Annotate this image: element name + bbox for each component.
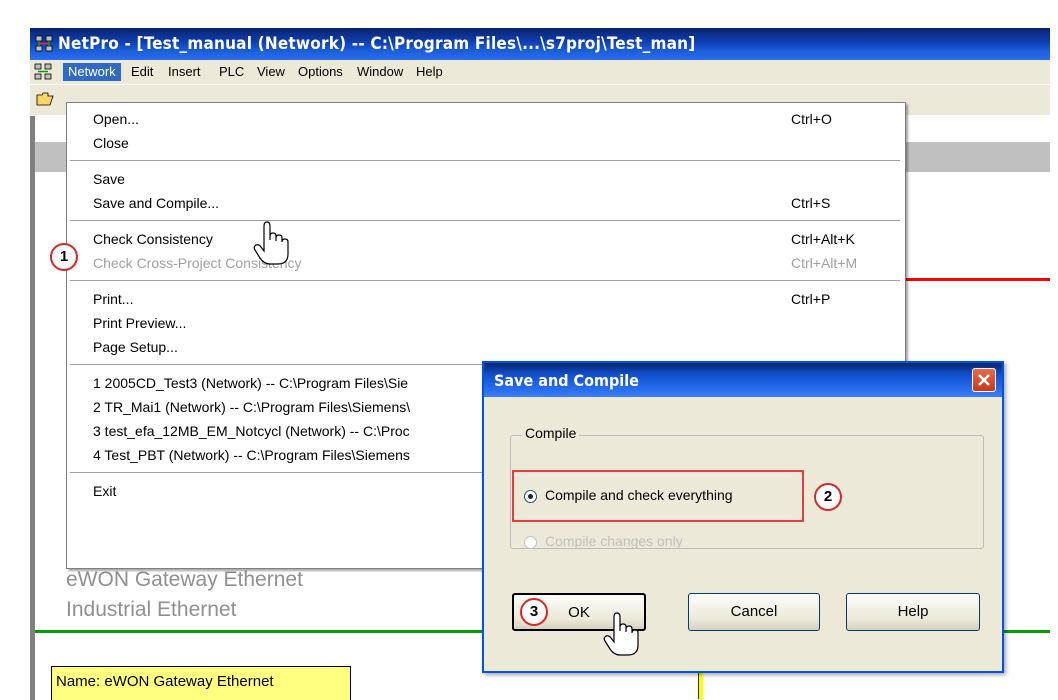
menu-item-page-setup[interactable]: Page Setup... [67,335,905,359]
network-tooltip: Name: eWON Gateway Ethernet Type: Indust… [51,666,351,700]
left-frame [30,116,35,700]
help-button[interactable]: Help [846,593,980,631]
menu-insert[interactable]: Insert [163,63,206,81]
menu-bar: Network Edit Insert PLC View Options Win… [30,60,1050,84]
menu-view[interactable]: View [252,63,290,81]
dialog-title: Save and Compile [494,371,639,390]
pointer-hand-icon [603,612,639,656]
annotation-marker-3: 3 [520,598,548,626]
pointer-hand-icon [253,221,289,265]
close-icon [978,374,990,386]
close-button[interactable] [972,368,996,392]
radio-compile-changes: Compile changes only [524,533,683,549]
menu-item-save[interactable]: Save [67,167,905,191]
menu-item-close[interactable]: Close [67,131,905,155]
menu-options[interactable]: Options [293,63,348,81]
menu-separator [70,280,900,282]
network-window-icon[interactable] [34,63,52,81]
dialog-title-bar[interactable]: Save and Compile [484,363,1002,397]
save-and-compile-dialog: Save and Compile Compile Compile and che… [482,361,1004,673]
network-label-industrial[interactable]: Industrial Ethernet [66,598,236,622]
menu-item-check-cross-project: Check Cross-Project Consistency Ctrl+Alt… [93,255,858,271]
screenshot: NetPro - [Test_manual (Network) -- C:\Pr… [30,28,1050,700]
open-folder-icon[interactable] [36,91,54,107]
radio-compile-changes-label: Compile changes only [545,533,683,549]
menu-network[interactable]: Network [63,63,121,81]
menu-item-save-and-compile[interactable]: Save and Compile... Ctrl+S [67,191,905,215]
cancel-button[interactable]: Cancel [688,593,820,631]
menu-edit[interactable]: Edit [126,63,158,81]
network-line-red[interactable] [900,278,1050,281]
menu-item-check-consistency[interactable]: Check Consistency Ctrl+Alt+K [67,227,905,251]
menu-help[interactable]: Help [411,63,448,81]
menu-plc[interactable]: PLC [214,63,249,81]
tooltip-type: Type: Industrial Ethernet [56,695,346,700]
annotation-highlight-box [512,470,804,522]
netpro-app-icon [35,35,53,52]
menu-item-print-preview[interactable]: Print Preview... [67,311,905,335]
window-title: NetPro - [Test_manual (Network) -- C:\Pr… [58,34,696,54]
annotation-marker-1: 1 [50,243,78,271]
network-label-gateway[interactable]: eWON Gateway Ethernet [66,568,303,592]
compile-group-label: Compile [522,425,580,441]
title-bar[interactable]: NetPro - [Test_manual (Network) -- C:\Pr… [30,28,1050,60]
tooltip-name: Name: eWON Gateway Ethernet [56,673,274,690]
menu-separator [70,220,900,222]
radio-unselected-icon [524,535,537,549]
menu-item-open[interactable]: Open... Ctrl+O [67,107,905,131]
menu-item-print[interactable]: Print... Ctrl+P [67,287,905,311]
menu-separator [70,160,900,162]
menu-window[interactable]: Window [352,63,408,81]
annotation-marker-2: 2 [814,483,842,511]
